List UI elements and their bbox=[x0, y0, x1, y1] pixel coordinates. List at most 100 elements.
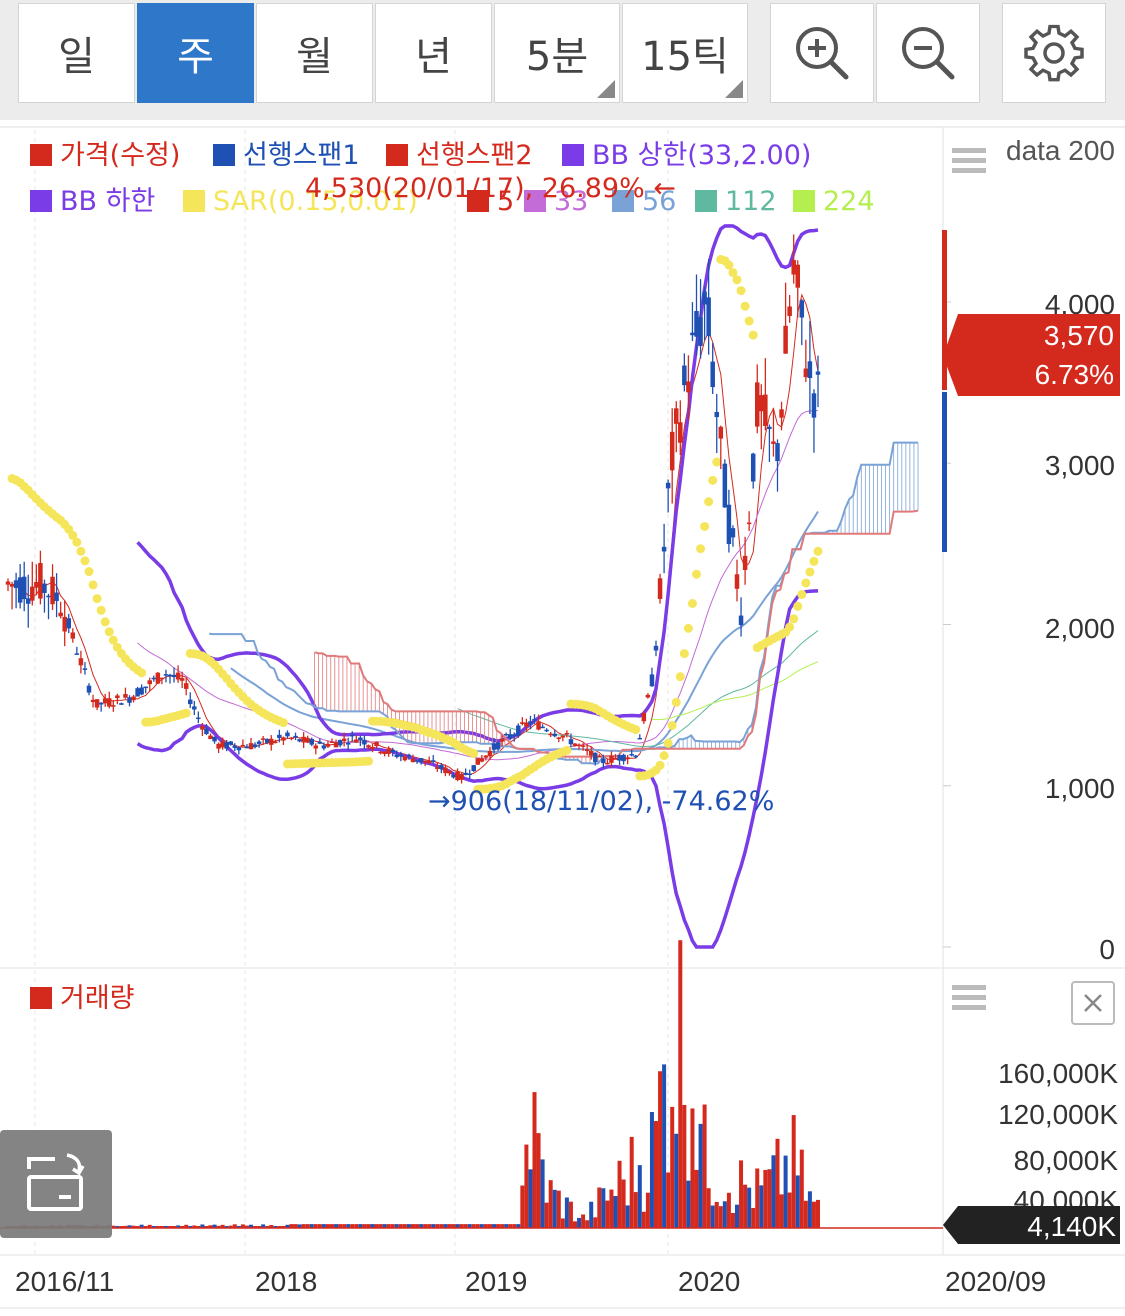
candle-body bbox=[244, 746, 250, 749]
volume-bar bbox=[601, 1188, 606, 1228]
candle-body bbox=[536, 721, 541, 730]
volume-bar bbox=[771, 1155, 776, 1228]
volume-bar bbox=[649, 1112, 654, 1228]
volume-bar bbox=[783, 1155, 788, 1228]
candle-body bbox=[580, 745, 586, 747]
zoom-out-button[interactable] bbox=[876, 3, 980, 103]
candle-body bbox=[232, 745, 238, 748]
volume-bar bbox=[799, 1149, 804, 1228]
candle-body bbox=[102, 698, 108, 704]
volume-bar bbox=[532, 1092, 537, 1228]
tab-year[interactable]: 년 bbox=[375, 3, 492, 103]
legend-label: 224 bbox=[823, 186, 875, 217]
sar-dot bbox=[663, 738, 673, 748]
candle-body bbox=[301, 736, 306, 743]
candle-body bbox=[21, 576, 27, 600]
sar-dot bbox=[667, 720, 677, 730]
y-tick-label: 2,000 bbox=[1045, 613, 1115, 644]
legend-swatch bbox=[386, 144, 408, 166]
candle-body bbox=[811, 393, 817, 418]
candle-body bbox=[475, 758, 481, 765]
tab-week[interactable]: 주 bbox=[137, 3, 254, 103]
candle-body bbox=[544, 729, 549, 732]
candle-body bbox=[730, 528, 736, 538]
candle-body bbox=[657, 578, 663, 599]
candle-body bbox=[390, 749, 395, 753]
volume-bar bbox=[528, 1169, 533, 1228]
rotate-button[interactable] bbox=[0, 1130, 112, 1238]
candle-body bbox=[665, 482, 671, 489]
volume-bar bbox=[540, 1159, 545, 1228]
candle-body bbox=[512, 734, 517, 736]
sar-dot bbox=[72, 537, 82, 547]
candle-body bbox=[795, 264, 800, 288]
tab-15tick[interactable]: 15틱 bbox=[622, 3, 748, 103]
legend-swatch bbox=[562, 144, 584, 166]
sar-dot bbox=[785, 622, 795, 632]
candle-body bbox=[228, 741, 233, 745]
sar-dot bbox=[675, 672, 685, 682]
candle-body bbox=[588, 750, 594, 756]
tab-5min[interactable]: 5분 bbox=[494, 3, 620, 103]
volume-bar bbox=[747, 1187, 752, 1228]
tab-year-label: 년 bbox=[415, 34, 452, 80]
menu-line bbox=[952, 985, 986, 990]
volume-bar bbox=[593, 1217, 598, 1228]
volume-bar bbox=[585, 1220, 590, 1228]
candle-body bbox=[248, 743, 254, 750]
zoom-in-button[interactable] bbox=[770, 3, 874, 103]
settings-button[interactable] bbox=[1002, 3, 1106, 103]
candle-body bbox=[443, 767, 448, 774]
candle-body bbox=[236, 747, 242, 751]
sar-dot bbox=[789, 614, 799, 624]
menu-line bbox=[952, 1005, 986, 1010]
sar-dot bbox=[84, 567, 94, 577]
sar-dot bbox=[696, 544, 706, 554]
candle-body bbox=[382, 751, 387, 754]
min-price-annotation: →906(18/11/02), -74.62% bbox=[428, 786, 774, 817]
scale-label: data 200 bbox=[1006, 135, 1115, 166]
candle-body bbox=[678, 422, 683, 443]
candle-body bbox=[418, 758, 424, 762]
candle-body bbox=[98, 702, 104, 705]
candle-body bbox=[447, 770, 452, 774]
candle-body bbox=[706, 297, 711, 337]
volume-tick-label: 160,000K bbox=[998, 1058, 1118, 1089]
tab-day-label: 일 bbox=[58, 34, 95, 80]
legend-swatch bbox=[30, 987, 52, 1009]
volume-bar bbox=[674, 1133, 679, 1228]
candle-body bbox=[30, 586, 35, 601]
menu-line bbox=[952, 995, 986, 1000]
chart-area[interactable]: 4,000 3,000 2,000 1,000 0 data 200 2016/11 2018… bbox=[0, 125, 1125, 1312]
volume-bar bbox=[767, 1169, 772, 1228]
max-price-annotation: 4,530(20/01/17), 26.89% ← bbox=[305, 173, 676, 204]
volume-bar bbox=[686, 1180, 691, 1228]
candle-body bbox=[738, 615, 744, 626]
volume-bar bbox=[706, 1188, 711, 1228]
candle-body bbox=[46, 595, 51, 598]
candle-body bbox=[123, 694, 128, 698]
candle-body bbox=[637, 737, 643, 740]
sar-dot bbox=[80, 556, 90, 566]
tab-month[interactable]: 월 bbox=[256, 3, 373, 103]
ma224-line bbox=[651, 661, 819, 721]
volume-bar bbox=[654, 1121, 658, 1228]
candle-body bbox=[803, 368, 809, 378]
candle-body bbox=[269, 738, 274, 745]
candle-body bbox=[734, 574, 740, 589]
y-tick-label: 1,000 bbox=[1045, 773, 1115, 804]
candle-body bbox=[495, 742, 501, 750]
candle-body bbox=[345, 742, 351, 745]
volume-bar bbox=[714, 1201, 719, 1228]
volume-tick-label: 120,000K bbox=[998, 1099, 1118, 1130]
candle-body bbox=[183, 683, 189, 689]
candle-body bbox=[216, 743, 221, 749]
candle-body bbox=[196, 717, 201, 720]
candle-body bbox=[641, 713, 647, 722]
sar-dot bbox=[687, 598, 697, 608]
chart-svg[interactable]: 4,0003,0002,0001,0000data 2002016/11 2018… bbox=[0, 125, 1125, 1312]
candle-body bbox=[487, 750, 493, 757]
candle-body bbox=[82, 668, 88, 670]
tab-day[interactable]: 일 bbox=[18, 3, 135, 103]
candle-body bbox=[507, 734, 513, 739]
